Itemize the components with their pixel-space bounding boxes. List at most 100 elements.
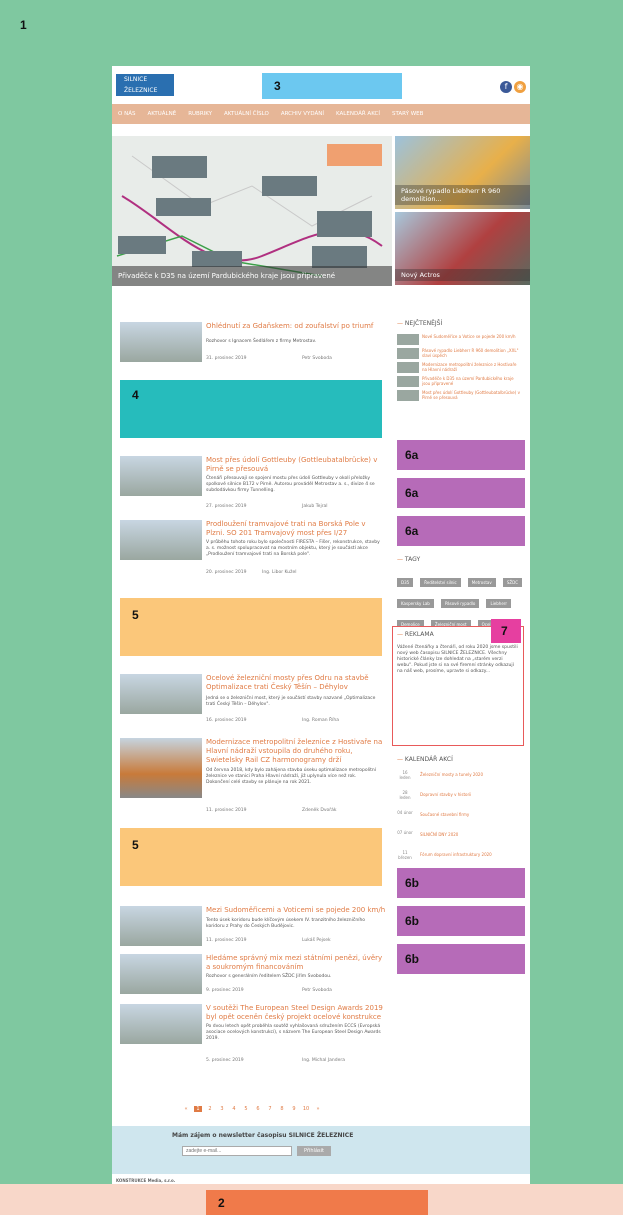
article-date: 11. prosinec 2019	[206, 808, 247, 813]
page-link[interactable]: 9	[290, 1106, 298, 1112]
article-author[interactable]: Ing. Michal Jandera	[302, 1058, 345, 1063]
page-prev[interactable]: «	[182, 1106, 190, 1112]
article-excerpt: Po dvou letech opět proběhla soutěž vyhl…	[206, 1024, 381, 1041]
hero-side-actros[interactable]: Nový Actros	[395, 212, 530, 285]
article-author[interactable]: Ing. Roman Říha	[302, 718, 339, 723]
newsletter-box: Mám zájem o newsletter časopisu SILNICE …	[112, 1126, 530, 1174]
calendar-event-link[interactable]: Fórum dopravní infrastruktury 2020	[420, 852, 520, 857]
hero-side-liebherr[interactable]: Pásové rypadlo Liebherr R 960 demolition…	[395, 136, 530, 209]
sidebar-heading-popular: NEJČTENĚJŠÍ	[397, 320, 442, 327]
article-date: 11. prosinec 2019	[206, 938, 247, 943]
article-title[interactable]: Hledáme správný mix mezi státními penězi…	[206, 954, 386, 972]
page-next[interactable]: »	[314, 1106, 322, 1112]
popular-thumb[interactable]	[397, 334, 419, 345]
hero-main-caption[interactable]: Přivaděče k D35 na území Pardubického kr…	[112, 266, 392, 286]
logo-line1: SILNICE	[124, 76, 148, 83]
nav-item-kalendar-akci[interactable]: KALENDÁŘ AKCÍ	[336, 111, 380, 117]
region-marker-7: 7	[501, 624, 508, 638]
article-author[interactable]: Ing. Libor Kužel	[262, 570, 297, 575]
page-link[interactable]: 8	[278, 1106, 286, 1112]
calendar-event-link[interactable]: SILNIČNÍ DNY 2020	[420, 832, 520, 837]
popular-link[interactable]: Nové Sudoměřice a Votice se pojede 200 k…	[422, 334, 522, 339]
article-title[interactable]: Ohlédnutí za Gdaňskem: od zoufalství po …	[206, 322, 386, 331]
region-marker-5: 5	[132, 608, 139, 622]
nav-item-aktualne[interactable]: AKTUÁLNĚ	[147, 111, 176, 117]
region-marker-1: 1	[20, 18, 27, 32]
popular-thumb[interactable]	[397, 348, 419, 359]
nav-item-o-nas[interactable]: O NÁS	[118, 111, 135, 117]
article-thumb[interactable]	[120, 954, 202, 994]
page-link[interactable]: 6	[254, 1106, 262, 1112]
popular-link[interactable]: Modernizace metropolitní železnice z Hos…	[422, 362, 522, 372]
nav-item-stary-web[interactable]: STARÝ WEB	[392, 111, 423, 117]
tag-item[interactable]: Ředitelství silnic	[420, 578, 461, 587]
hero-main-map[interactable]	[112, 136, 392, 286]
article-excerpt: Jedná se o železniční most, který je sou…	[206, 696, 376, 707]
site-logo[interactable]: SILNICE ŽELEZNICE	[116, 74, 174, 96]
article-title[interactable]: Ocelové železniční mosty přes Odru na st…	[206, 674, 386, 692]
nav-item-archiv-vydani[interactable]: ARCHIV VYDÁNÍ	[281, 111, 324, 117]
article-author[interactable]: Petr Svoboda	[302, 356, 332, 361]
article-thumb[interactable]	[120, 738, 202, 798]
region-marker-6a: 6a	[405, 486, 419, 500]
article-excerpt: Tento úsek koridoru bude klíčovým úsekem…	[206, 918, 366, 929]
article-excerpt: Rozhovor s generálním ředitelem SŽDC Jiř…	[206, 974, 332, 979]
popular-link[interactable]: Most přes údolí Gottleuby (Gottleubatalb…	[422, 390, 522, 400]
article-thumb[interactable]	[120, 674, 202, 714]
article-thumb[interactable]	[120, 1004, 202, 1044]
article-thumb[interactable]	[120, 906, 202, 946]
page-link[interactable]: 2	[206, 1106, 214, 1112]
sidebar-widget-6b: 6b	[397, 906, 525, 936]
popular-thumb[interactable]	[397, 376, 419, 387]
region-marker-5: 5	[132, 838, 139, 852]
popular-link[interactable]: Pásové rypadlo Liebherr R 960 demolition…	[422, 348, 522, 358]
hero-side-caption: Pásové rypadlo Liebherr R 960 demolition…	[395, 185, 530, 205]
popular-thumb[interactable]	[397, 362, 419, 373]
article-author[interactable]: Lukáš Pejsek	[302, 938, 331, 943]
tag-item[interactable]: D35	[397, 578, 414, 587]
tag-item[interactable]: Liebherr	[486, 599, 512, 608]
article-thumb[interactable]	[120, 456, 202, 496]
calendar-event-link[interactable]: Železniční mosty a tunely 2020	[420, 772, 520, 777]
article-thumb[interactable]	[120, 520, 202, 560]
ad-strip: 5	[120, 828, 382, 886]
article-title[interactable]: Prodloužení tramvajové trati na Borská P…	[206, 520, 386, 538]
pagination: « 1 2 3 4 5 6 7 8 9 10 »	[182, 1102, 322, 1116]
nav-item-aktualni-cislo[interactable]: AKTUÁLNÍ ČÍSLO	[224, 111, 269, 117]
page-link[interactable]: 1	[194, 1106, 202, 1112]
popular-link[interactable]: Přivaděče k D35 na území Pardubického kr…	[422, 376, 522, 386]
article-title[interactable]: Mezi Sudoměřicemi a Voticemi se pojede 2…	[206, 906, 386, 915]
calendar-event-link[interactable]: Dopravní stavby v historii	[420, 792, 520, 797]
article-date: 5. prosinec 2019	[206, 1058, 244, 1063]
tag-item[interactable]: SŽDC	[502, 578, 522, 587]
page-link[interactable]: 5	[242, 1106, 250, 1112]
calendar-date: 07 únor	[397, 830, 413, 835]
tag-item[interactable]: Metrostav	[467, 578, 496, 587]
page-link[interactable]: 7	[266, 1106, 274, 1112]
popular-thumb[interactable]	[397, 390, 419, 401]
facebook-icon[interactable]: f	[500, 81, 512, 93]
newsletter-email-input[interactable]	[182, 1146, 292, 1156]
article-thumb[interactable]	[120, 322, 202, 362]
page-link[interactable]: 3	[218, 1106, 226, 1112]
rss-icon[interactable]: ◉	[514, 81, 526, 93]
article-title[interactable]: Most přes údolí Gottleuby (Gottleubatalb…	[206, 456, 386, 474]
article-title[interactable]: V soutěži The European Steel Design Awar…	[206, 1004, 386, 1022]
page-link[interactable]: 4	[230, 1106, 238, 1112]
bottom-overlay-box: 2	[206, 1190, 428, 1215]
article-title[interactable]: Modernizace metropolitní železnice z Hos…	[206, 738, 386, 765]
calendar-event-link[interactable]: Současné stavební firmy	[420, 812, 520, 817]
page-link[interactable]: 10	[302, 1106, 310, 1112]
newsletter-submit-button[interactable]: Přihlásit	[297, 1146, 331, 1156]
tag-item[interactable]: Pásové rypadlo	[440, 599, 480, 608]
sidebar-heading-calendar: KALENDÁŘ AKCÍ	[397, 756, 453, 763]
article-author[interactable]: Jakub Tejral	[302, 504, 328, 509]
header-placeholder: 3	[262, 73, 402, 99]
article-author[interactable]: Zdeněk Dvořák	[302, 808, 336, 813]
nav-item-rubriky[interactable]: RUBRIKY	[188, 111, 212, 117]
article-excerpt: Čtenáři přesouvají se spojení mostu přes…	[206, 476, 375, 493]
logo-line2: ŽELEZNICE	[124, 87, 158, 94]
article-author[interactable]: Petr Svoboda	[302, 988, 332, 993]
newsletter-title: Mám zájem o newsletter časopisu SILNICE …	[172, 1132, 354, 1139]
tag-item[interactable]: Kaspersky Lab	[397, 599, 434, 608]
